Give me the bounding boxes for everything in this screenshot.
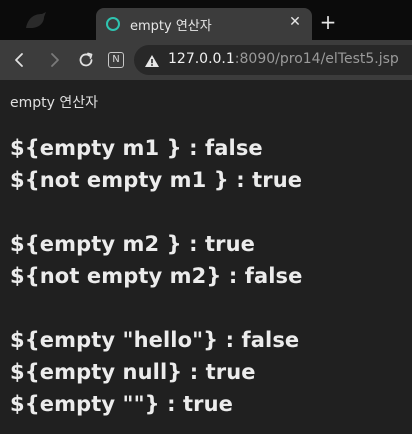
plus-icon[interactable]: +: [318, 12, 338, 32]
forward-arrow-icon[interactable]: [42, 48, 66, 72]
warning-icon[interactable]: [144, 53, 160, 67]
page-content: empty 연산자 ${empty m1 } : false ${not emp…: [0, 80, 412, 434]
window-icon[interactable]: [22, 8, 50, 32]
expression-line: ${not empty m2} : false: [10, 264, 303, 288]
url-host: 127.0.0.1: [168, 51, 235, 67]
toolbar: N 127.0.0.1:8090/pro14/elTest5.jsp: [0, 40, 412, 80]
expression-line: ${not empty m1 } : true: [10, 168, 303, 192]
expression-line: ${empty null} : true: [10, 360, 256, 384]
url-path: :8090/pro14/elTest5.jsp: [234, 51, 399, 67]
n-badge-icon[interactable]: N: [108, 52, 124, 68]
expression-line: ${empty m2 } : true: [10, 232, 256, 256]
reload-icon[interactable]: [74, 48, 98, 72]
address-bar[interactable]: 127.0.0.1:8090/pro14/elTest5.jsp: [134, 45, 412, 75]
tab-title: empty 연산자: [130, 19, 212, 34]
close-icon[interactable]: ✕: [286, 13, 304, 31]
tab-active[interactable]: empty 연산자 ✕: [96, 8, 312, 40]
browser-window: empty 연산자 ✕ + N 127.0.0.1:8090/pro14/elT…: [0, 0, 412, 434]
expression-line: ${empty "hello"} : false: [10, 328, 300, 352]
globe-ring-icon: [106, 17, 120, 31]
expression-line: ${empty ""} : true: [10, 392, 233, 416]
page-heading: empty 연산자: [10, 95, 99, 111]
back-arrow-icon[interactable]: [8, 48, 32, 72]
url-text[interactable]: 127.0.0.1:8090/pro14/elTest5.jsp: [168, 51, 399, 67]
tab-strip: empty 연산자 ✕ +: [0, 0, 412, 40]
expression-line: ${empty m1 } : false: [10, 136, 263, 160]
